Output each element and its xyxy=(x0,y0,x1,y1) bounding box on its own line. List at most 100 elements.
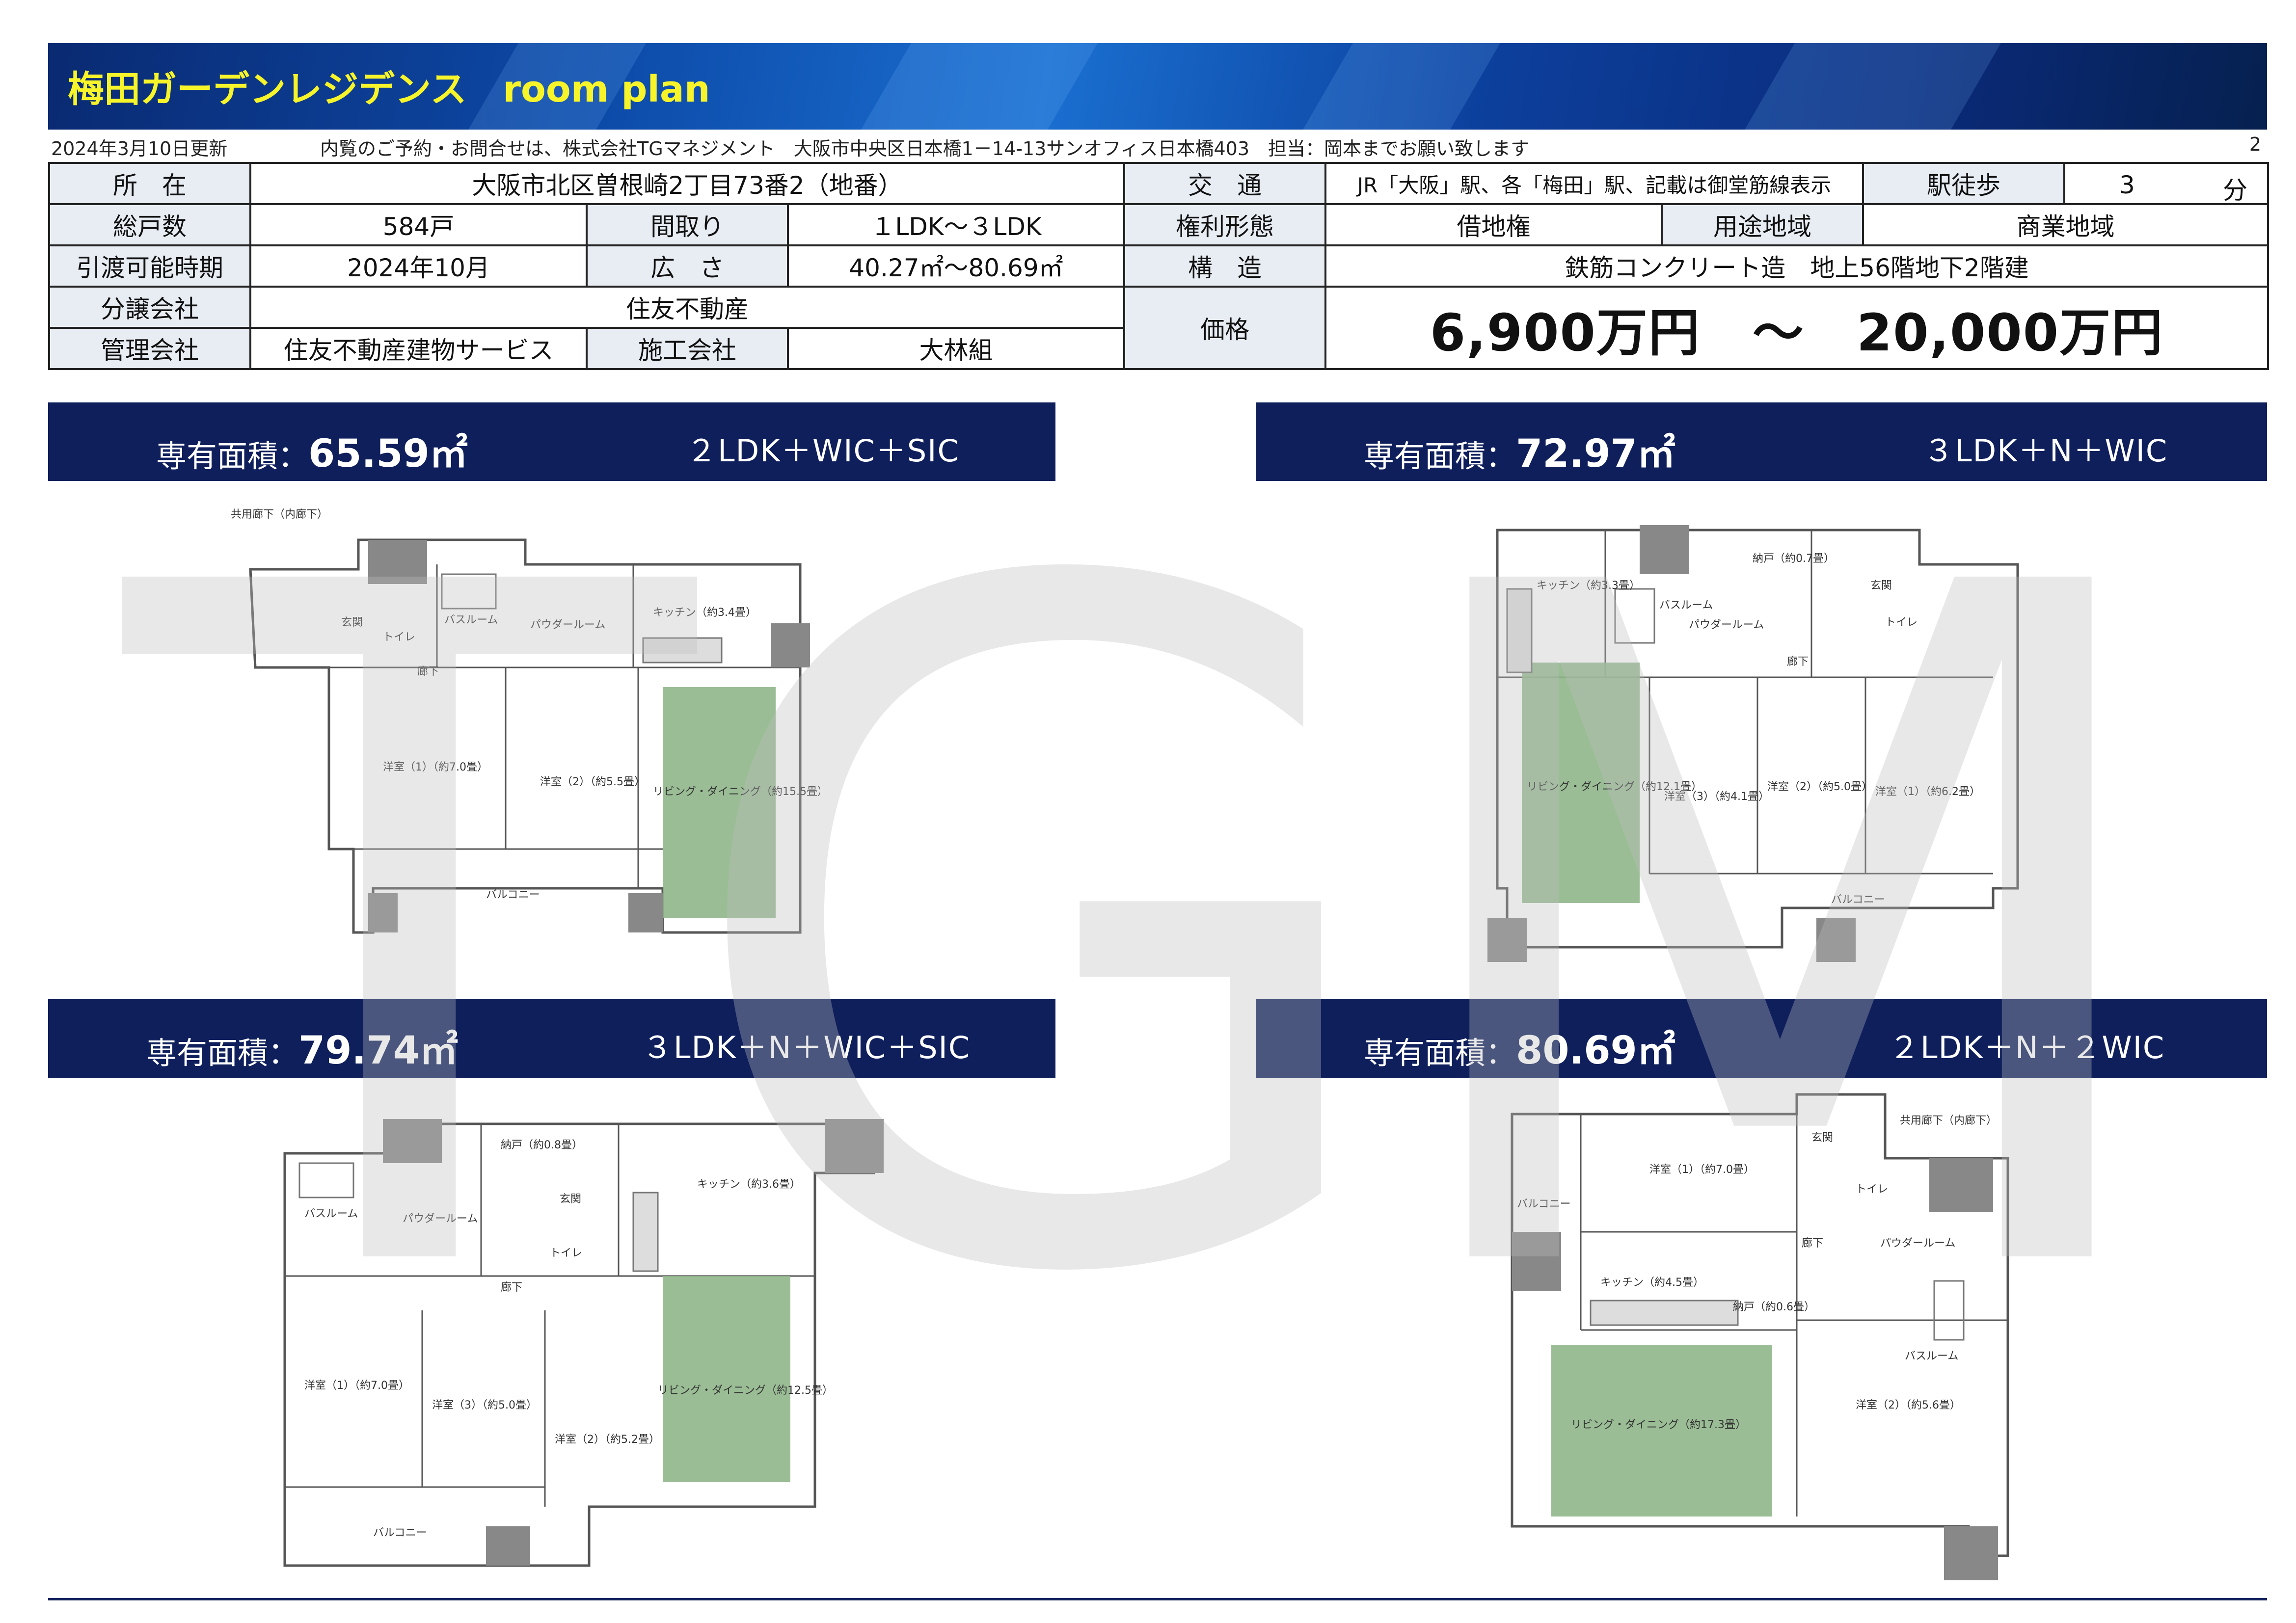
kitchen-counter xyxy=(632,1192,659,1272)
layout-label: 間取り xyxy=(586,203,789,246)
room-label: リビング・ダイニング（約17.3畳） xyxy=(1571,1419,1746,1431)
room-label: キッチン（約3.3畳） xyxy=(1537,580,1640,592)
seller-label: 分譲会社 xyxy=(48,286,251,329)
layout-value: １LDK～３LDK xyxy=(787,203,1125,246)
floor-plan-drawing: 共用廊下（内廊下） 玄関 トイレ バスルーム パウダールーム キッチン（約3.4… xyxy=(231,508,820,934)
floor-plan-72: キッチン（約3.3畳） バスルーム パウダールーム 納戸（約0.7畳） 玄関 ト… xyxy=(1478,515,2042,977)
room-label: 廊下 xyxy=(417,665,439,678)
banner-decoration xyxy=(848,43,1104,130)
plan-layout: ３LDK＋N＋WIC xyxy=(1923,433,2168,469)
pillar xyxy=(771,623,810,667)
kitchen-counter xyxy=(1590,1300,1739,1326)
room-label: トイレ xyxy=(1885,616,1918,629)
location-label: 所 在 xyxy=(48,162,251,205)
room-label: 納戸（約0.7畳） xyxy=(1753,553,1835,565)
room-label: 共用廊下（内廊下） xyxy=(231,508,328,521)
room-label: バスルーム xyxy=(304,1208,358,1220)
manager-label: 管理会社 xyxy=(48,327,251,370)
plan-area-value: 80.69㎡ xyxy=(1516,1029,1675,1073)
pillar xyxy=(825,1119,884,1173)
plan-header-1: 専有面積：65.59㎡ ２LDK＋WIC＋SIC xyxy=(48,402,1055,481)
rights-value: 借地権 xyxy=(1324,203,1663,246)
transport-value: JR「大阪」駅、各「梅田」駅、記載は御堂筋線表示 xyxy=(1324,162,1864,205)
room-label: 廊下 xyxy=(1802,1237,1823,1250)
pillar xyxy=(1816,918,1856,962)
room-label: 洋室（2）（約5.6畳） xyxy=(1856,1399,1961,1411)
pillar xyxy=(486,1526,530,1566)
room-label: バルコニー xyxy=(486,889,540,901)
bathtub xyxy=(298,1162,354,1198)
room-label: 洋室（2）（約5.0畳） xyxy=(1767,781,1872,793)
plan-area-value: 79.74㎡ xyxy=(298,1029,458,1073)
size-label: 広 さ xyxy=(586,244,789,288)
floor-plan-drawing: キッチン（約3.3畳） バスルーム パウダールーム 納戸（約0.7畳） 玄関 ト… xyxy=(1487,525,2019,962)
room-label: 玄関 xyxy=(1811,1132,1833,1144)
plan-area-label: 専有面積：72.97㎡ xyxy=(1364,423,1675,478)
room-label: 洋室（1）（約6.2畳） xyxy=(1875,786,1980,798)
plan-layout: ２LDK＋WIC＋SIC xyxy=(686,433,960,469)
living-room-floor xyxy=(663,1276,790,1482)
room-label: パウダールーム xyxy=(530,619,605,631)
floor-plan-80: 共用廊下（内廊下） 玄関 洋室（1）（約7.0畳） バルコニー トイレ 廊下 パ… xyxy=(1502,1085,2037,1585)
banner-decoration xyxy=(1732,43,2007,130)
living-room-floor xyxy=(663,687,776,918)
pillar xyxy=(1512,1232,1561,1291)
room-label: トイレ xyxy=(1856,1183,1888,1196)
kitchen-counter xyxy=(642,637,723,664)
room-label: 共用廊下（内廊下） xyxy=(1900,1115,1997,1127)
room-label: 玄関 xyxy=(1870,580,1892,592)
pillar xyxy=(1929,1158,1993,1212)
room-label: キッチン（約3.4畳） xyxy=(653,607,756,619)
structure-value: 鉄筋コンクリート造 地上56階地下2階建 xyxy=(1324,244,2269,288)
floor-plan-79: 納戸（約0.8畳） バスルーム パウダールーム 玄関 キッチン（約3.6畳） ト… xyxy=(275,1114,893,1585)
area-caption: 専有面積： xyxy=(1364,438,1516,474)
plan-header-4: 専有面積：80.69㎡ ２LDK＋N＋２WIC xyxy=(1256,999,2267,1078)
room-label: キッチン（約3.6畳） xyxy=(697,1178,801,1191)
info-line: 2024年3月10日更新 内覧のご予約・お問合せは、株式会社TGマネジメント 大… xyxy=(51,132,2265,160)
walk-label: 駅徒歩 xyxy=(1862,162,2066,205)
room-label: 洋室（2）（約5.5畳） xyxy=(540,776,645,788)
pillar xyxy=(1640,525,1689,574)
updated-date: 2024年3月10日更新 xyxy=(51,138,228,160)
room-label: 納戸（約0.8畳） xyxy=(501,1139,583,1151)
room-label: リビング・ダイニング（約12.5畳） xyxy=(658,1384,833,1397)
manager-value: 住友不動産建物サービス xyxy=(249,327,588,370)
plan-layout: ３LDK＋N＋WIC＋SIC xyxy=(642,1030,971,1065)
room-label: キッチン（約4.5畳） xyxy=(1600,1277,1704,1289)
room-label: 廊下 xyxy=(501,1281,522,1294)
pillar xyxy=(1487,918,1527,962)
plan-header-2: 専有面積：72.97㎡ ３LDK＋N＋WIC xyxy=(1256,402,2267,481)
header-banner: 梅田ガーデンレジデンス room plan xyxy=(48,43,2267,130)
floor-plan-drawing: 共用廊下（内廊下） 玄関 洋室（1）（約7.0畳） バルコニー トイレ 廊下 パ… xyxy=(1511,1093,2009,1580)
walk-minutes: 3 xyxy=(2119,171,2135,199)
area-caption: 専有面積： xyxy=(146,1035,299,1071)
plan-area-label: 専有面積：80.69㎡ xyxy=(1364,1020,1675,1075)
room-label: 廊下 xyxy=(1787,656,1809,668)
area-caption: 専有面積： xyxy=(156,438,309,474)
room-label: 玄関 xyxy=(341,616,363,629)
room-label: トイレ xyxy=(550,1247,582,1259)
room-label: バスルーム xyxy=(444,614,498,626)
units-value: 584戸 xyxy=(249,203,588,246)
floor-plan-drawing: 納戸（約0.8畳） バスルーム パウダールーム 玄関 キッチン（約3.6畳） ト… xyxy=(283,1119,884,1567)
room-label: バルコニー xyxy=(1517,1198,1571,1210)
page-title: 梅田ガーデンレジデンス room plan xyxy=(68,68,710,110)
room-label: 納戸（約0.6畳） xyxy=(1733,1301,1815,1313)
price-value: 6,900万円 ～ 20,000万円 xyxy=(1324,286,2269,370)
area-caption: 専有面積： xyxy=(1364,1035,1516,1071)
builder-label: 施工会社 xyxy=(586,327,789,370)
room-label: 玄関 xyxy=(560,1193,581,1205)
plan-area-label: 専有面積：65.59㎡ xyxy=(156,423,468,478)
room-label: バスルーム xyxy=(1905,1350,1958,1362)
bathtub xyxy=(441,573,497,610)
room-label: 洋室（1）（約7.0畳） xyxy=(1649,1164,1755,1176)
zoning-label: 用途地域 xyxy=(1660,203,1864,246)
room-label: パウダールーム xyxy=(1880,1237,1955,1250)
room-label: 洋室（1）（約7.0畳） xyxy=(383,761,488,773)
room-label: トイレ xyxy=(383,631,415,643)
pillar xyxy=(383,1119,442,1163)
zoning-value: 商業地域 xyxy=(1862,203,2269,246)
property-summary-table: 所 在 大阪市北区曽根崎2丁目73番2（地番） 交 通 JR「大阪」駅、各「梅田… xyxy=(48,162,2269,370)
units-label: 総戸数 xyxy=(48,203,251,246)
room-label: パウダールーム xyxy=(403,1213,478,1225)
